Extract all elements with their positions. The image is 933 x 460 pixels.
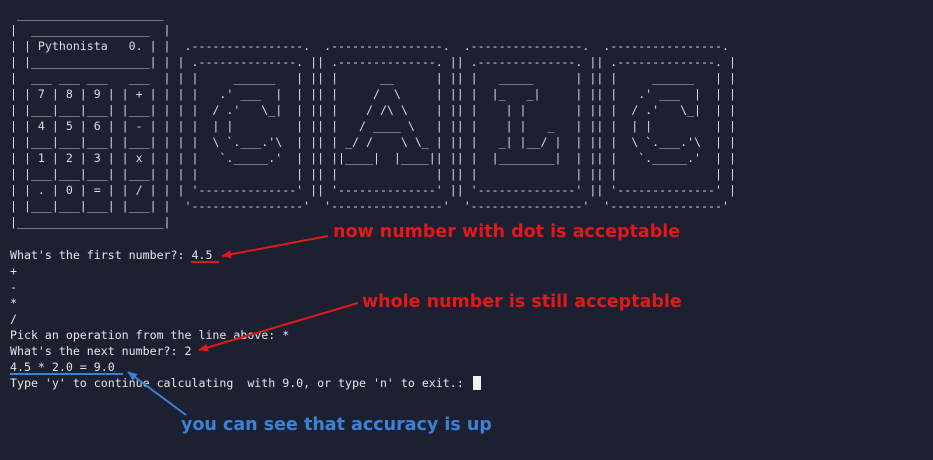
dot-arrow (221, 235, 329, 259)
whole-arrow (198, 302, 359, 352)
dot-annotation: now number with dot is acceptable (333, 222, 681, 242)
accuracy-annotation: you can see that accuracy is up (181, 415, 492, 435)
terminal-window[interactable]: _____________________ | ________________… (0, 0, 933, 460)
accuracy-arrow (127, 371, 187, 416)
whole-annotation: whole number is still acceptable (362, 292, 682, 312)
